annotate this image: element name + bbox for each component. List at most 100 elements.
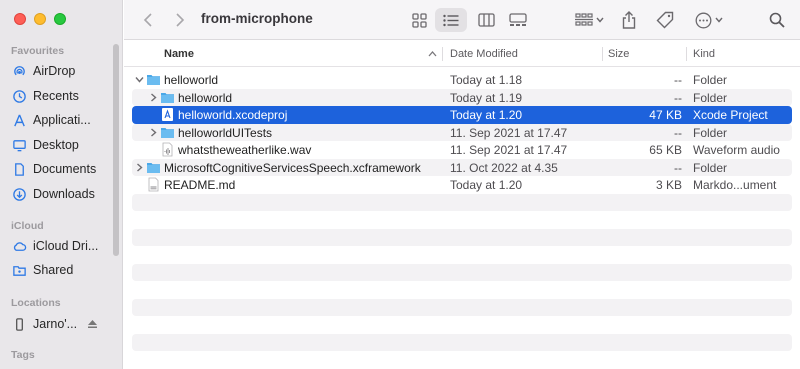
sidebar-item-label: AirDrop	[33, 64, 76, 78]
grid-icon	[411, 12, 427, 28]
file-name: README.md	[164, 178, 236, 192]
search-icon	[769, 12, 785, 28]
chevron-right-icon	[176, 13, 185, 27]
sidebar-item-label: Applicati...	[33, 113, 91, 127]
file-kind: Folder	[693, 125, 728, 140]
toolbar: from-microphone	[124, 0, 800, 40]
file-name: MicrosoftCognitiveServicesSpeech.xcframe…	[164, 160, 421, 175]
favourites-section-label: Favourites	[11, 45, 65, 57]
gallery-view-button[interactable]	[505, 8, 531, 32]
file-date: Today at 1.20	[450, 108, 523, 122]
eject-icon[interactable]	[87, 319, 98, 329]
cloud-icon	[11, 238, 27, 254]
file-date: Today at 1.19	[450, 90, 523, 105]
file-name: helloworldUITests	[178, 125, 273, 140]
tag-icon	[656, 11, 674, 29]
list-icon	[443, 14, 459, 26]
column-header-date[interactable]: Date Modified	[450, 48, 518, 60]
phone-icon	[11, 316, 27, 332]
desktop-icon	[11, 137, 27, 153]
file-size: --	[674, 160, 682, 175]
disclosure-collapsed-icon[interactable]	[148, 92, 158, 103]
share-icon	[622, 11, 636, 29]
chevron-down-icon	[715, 17, 723, 23]
file-date: 11. Sep 2021 at 17.47	[450, 143, 568, 157]
shared-folder-icon	[11, 262, 27, 278]
file-name: helloworld	[178, 90, 233, 105]
disclosure-expanded-icon[interactable]	[134, 74, 144, 85]
columns-icon	[477, 13, 495, 27]
sidebar-item-icloud-drive[interactable]: iCloud Dri...	[11, 235, 115, 257]
sidebar-item-label: Desktop	[33, 138, 79, 152]
group-button[interactable]	[571, 8, 607, 32]
file-kind: Folder	[693, 73, 728, 87]
sidebar-item-airdrop[interactable]: AirDrop	[11, 60, 115, 82]
file-row[interactable]: helloworldUITests 11. Sep 2021 at 17.47 …	[132, 123, 792, 141]
empty-row	[132, 228, 792, 246]
tags-section-label: Tags	[11, 349, 35, 361]
file-kind: Waveform audio	[693, 143, 780, 157]
file-size: 65 KB	[649, 143, 682, 157]
column-divider[interactable]	[602, 47, 603, 61]
xcode-project-icon	[162, 108, 173, 121]
share-button[interactable]	[619, 8, 639, 32]
file-kind: Folder	[693, 90, 728, 105]
more-actions-button[interactable]	[692, 8, 726, 32]
locations-section-label: Locations	[11, 297, 61, 309]
list-view-button[interactable]	[435, 8, 467, 32]
sidebar-item-label: Recents	[33, 89, 79, 103]
file-row[interactable]: helloworld Today at 1.19 -- Folder	[132, 88, 792, 106]
column-divider[interactable]	[442, 47, 443, 61]
file-size: --	[674, 73, 682, 87]
forward-button[interactable]	[172, 8, 188, 32]
zoom-window-button[interactable]	[54, 13, 66, 25]
sidebar-item-shared[interactable]: Shared	[11, 259, 115, 281]
chevron-left-icon	[143, 13, 152, 27]
file-row[interactable]: README.md Today at 1.20 3 KB Markdo...um…	[132, 176, 792, 194]
icon-view-button[interactable]	[406, 8, 432, 32]
disclosure-collapsed-icon[interactable]	[148, 127, 158, 138]
sidebar-item-label: Jarno'...	[33, 317, 78, 331]
file-kind: Folder	[693, 160, 728, 175]
back-button[interactable]	[140, 8, 156, 32]
column-header-kind[interactable]: Kind	[693, 48, 715, 60]
markdown-file-icon	[148, 177, 159, 192]
column-divider[interactable]	[686, 47, 687, 61]
column-header-bar: Name Date Modified Size Kind	[124, 41, 800, 67]
download-icon	[11, 186, 27, 202]
tags-button[interactable]	[654, 8, 676, 32]
file-size: 47 KB	[649, 108, 682, 122]
search-button[interactable]	[766, 8, 788, 32]
minimize-window-button[interactable]	[34, 13, 46, 25]
column-view-button[interactable]	[473, 8, 499, 32]
folder-icon	[147, 75, 160, 85]
column-header-size[interactable]: Size	[608, 48, 629, 60]
sidebar-item-documents[interactable]: Documents	[11, 158, 115, 180]
sidebar-item-recents[interactable]: Recents	[11, 85, 115, 107]
sidebar-item-desktop[interactable]: Desktop	[11, 134, 115, 156]
sidebar-item-label: iCloud Dri...	[33, 239, 99, 253]
window-title: from-microphone	[201, 11, 313, 26]
sidebar-scrollbar[interactable]	[113, 44, 119, 256]
sidebar-item-label: Downloads	[33, 187, 95, 201]
file-row[interactable]: whatstheweatherlike.wav 11. Sep 2021 at …	[132, 141, 792, 159]
disclosure-collapsed-icon[interactable]	[134, 162, 144, 173]
file-size: 3 KB	[655, 178, 682, 192]
column-header-name[interactable]: Name	[164, 48, 194, 60]
sidebar-item-label: Documents	[33, 162, 97, 176]
file-date: Today at 1.20	[450, 178, 523, 192]
file-name: helloworld	[164, 73, 219, 87]
chevron-down-icon	[595, 17, 604, 23]
file-name: helloworld.xcodeproj	[178, 108, 288, 122]
file-row[interactable]: helloworld Today at 1.18 -- Folder	[132, 71, 792, 89]
file-row-selected[interactable]: helloworld.xcodeproj Today at 1.20 47 KB…	[132, 106, 792, 124]
file-row[interactable]: MicrosoftCognitiveServicesSpeech.xcframe…	[132, 158, 792, 176]
close-window-button[interactable]	[14, 13, 26, 25]
sort-ascending-icon[interactable]	[428, 51, 437, 57]
applications-icon	[11, 112, 27, 128]
gallery-icon	[509, 13, 527, 26]
sidebar-item-iphone[interactable]: Jarno'...	[11, 313, 115, 335]
sidebar-item-applications[interactable]: Applicati...	[11, 109, 115, 131]
folder-icon	[147, 162, 160, 173]
sidebar-item-downloads[interactable]: Downloads	[11, 183, 115, 205]
